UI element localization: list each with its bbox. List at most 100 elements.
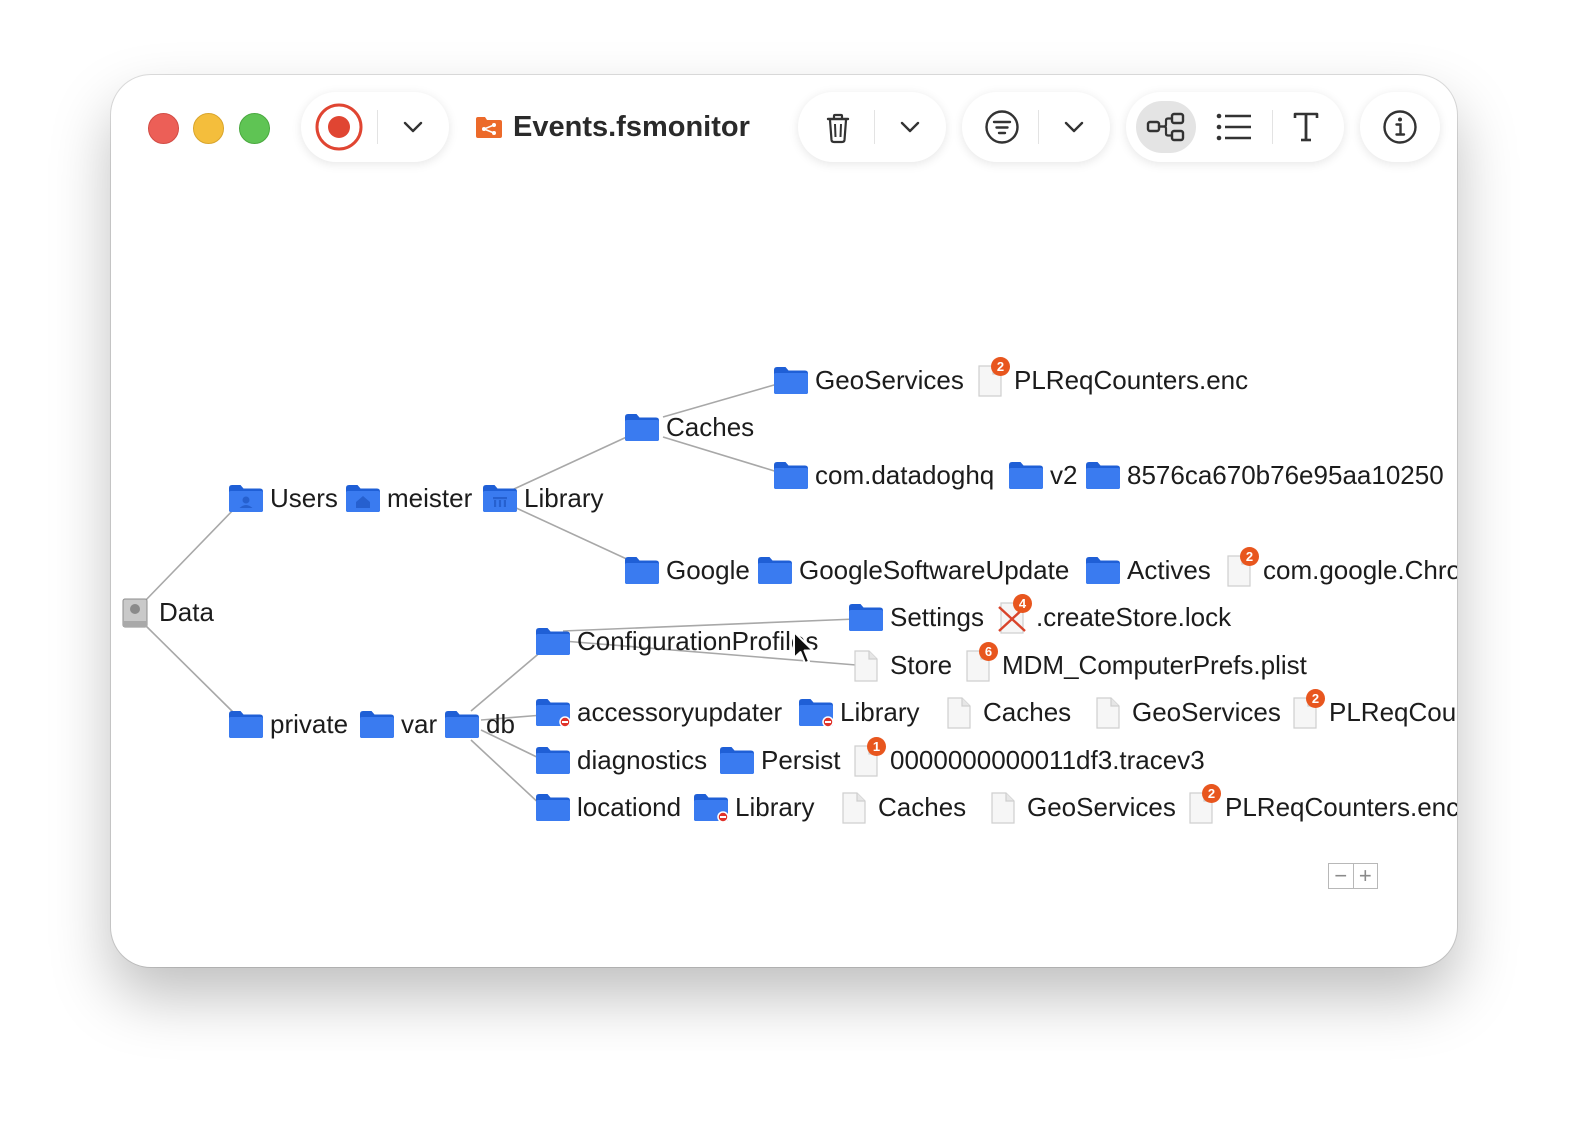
event-count-badge: 2 (991, 357, 1010, 376)
document-icon: 2 (1287, 689, 1325, 729)
node-label: ConfigurationProfiles (577, 625, 819, 656)
node-label: var (401, 708, 438, 739)
node-label: accessoryupdater (577, 696, 783, 727)
node-label: Actives (1127, 554, 1211, 585)
folder-icon (773, 365, 809, 395)
document-icon (848, 650, 884, 682)
event-count-badge: 2 (1202, 784, 1221, 803)
node-label: GeoServices (1132, 696, 1281, 727)
mouse-pointer-icon (793, 631, 814, 664)
folder-icon (228, 709, 264, 739)
document-icon (985, 792, 1021, 824)
node-locationd-geoservices[interactable]: GeoServices (985, 790, 1176, 824)
node-label: Caches (666, 411, 755, 442)
node-label: Users (270, 482, 338, 513)
node-label: Settings (890, 601, 984, 632)
node-label: MDM_ComputerPrefs.plist (1002, 649, 1307, 680)
node-v2[interactable]: v2 (1008, 458, 1077, 492)
node-tracev3[interactable]: 1 0000000000011df3.tracev3 (848, 737, 1205, 777)
zoom-control: − + (1328, 863, 1378, 889)
node-accessoryupdater[interactable]: accessoryupdater (535, 695, 782, 729)
document-icon (941, 697, 977, 729)
node-label: 8576ca670b76e95aa10250 (1127, 459, 1444, 490)
node-label: Data (159, 596, 214, 627)
node-locationd[interactable]: locationd (535, 790, 681, 824)
node-datadoghq[interactable]: com.datadoghq (773, 458, 994, 492)
node-label: Caches (878, 791, 967, 822)
folder-icon (535, 626, 571, 656)
node-googlesoftwareupdate[interactable]: GoogleSoftwareUpdate (757, 553, 1069, 587)
restricted-folder-icon (798, 697, 834, 728)
restricted-folder-icon (693, 792, 729, 823)
node-caches[interactable]: Caches (624, 410, 754, 444)
event-count-badge: 2 (1306, 689, 1325, 708)
node-label: locationd (577, 791, 682, 822)
node-library[interactable]: Library (482, 481, 603, 515)
node-actives[interactable]: Actives (1085, 553, 1211, 587)
document-icon: 1 (848, 737, 886, 777)
folder-icon (1085, 555, 1121, 585)
node-label: private (270, 708, 349, 739)
library-folder-icon (482, 483, 518, 513)
user-folder-icon (228, 483, 264, 513)
node-var[interactable]: var (359, 707, 437, 741)
node-settings[interactable]: Settings (848, 600, 984, 634)
node-google[interactable]: Google (624, 553, 750, 587)
disk-icon (117, 597, 153, 628)
node-label: .createStore.lock (1036, 601, 1232, 632)
document-icon: 6 (960, 642, 998, 682)
node-createstore-lock[interactable]: 4 .createStore.lock (994, 594, 1232, 634)
restricted-folder-icon (535, 697, 571, 728)
app-window: Events.fsmonitor Data Users meister Libr… (111, 75, 1457, 967)
node-users[interactable]: Users (228, 481, 338, 515)
document-icon: 2 (1183, 784, 1221, 824)
node-label: GeoServices (1027, 791, 1176, 822)
node-accessory-caches[interactable]: Caches (941, 695, 1071, 729)
node-locationd-library[interactable]: Library (693, 790, 814, 824)
node-label: Caches (983, 696, 1072, 727)
folder-icon (719, 745, 755, 775)
graph-edge (470, 739, 544, 808)
node-plreqcounters[interactable]: 2 PLReqCounters.enc (972, 357, 1248, 397)
node-label: meister (387, 482, 473, 513)
node-mdm-computerprefs[interactable]: 6 MDM_ComputerPrefs.plist (960, 642, 1307, 682)
document-icon: 2 (972, 357, 1010, 397)
node-label: diagnostics (577, 744, 708, 775)
node-configurationprofiles[interactable]: ConfigurationProfiles (535, 624, 818, 658)
node-accessory-geoservices[interactable]: GeoServices (1090, 695, 1281, 729)
event-count-badge: 4 (1013, 594, 1032, 613)
node-label: PLReqCour (1329, 696, 1457, 727)
zoom-in-button[interactable]: + (1352, 864, 1378, 888)
event-count-badge: 2 (1240, 547, 1259, 566)
node-diagnostics[interactable]: diagnostics (535, 743, 707, 777)
node-meister[interactable]: meister (345, 481, 472, 515)
node-private[interactable]: private (228, 707, 348, 741)
node-data[interactable]: Data (117, 595, 214, 629)
zoom-out-button[interactable]: − (1329, 864, 1353, 888)
node-label: v2 (1050, 459, 1078, 490)
node-label: Store (890, 649, 953, 680)
node-db[interactable]: db (444, 707, 515, 741)
node-locationd-plreqcounters[interactable]: 2 PLReqCounters.enc (1183, 784, 1457, 824)
node-accessory-library[interactable]: Library (798, 695, 919, 729)
folder-icon (1085, 460, 1121, 490)
graph-edges (142, 382, 857, 808)
node-label: GeoServices (815, 364, 964, 395)
node-google-chrome[interactable]: 2 com.google.Chro (1221, 547, 1457, 587)
node-hash[interactable]: 8576ca670b76e95aa10250 (1085, 458, 1444, 492)
event-count-badge: 6 (979, 642, 998, 661)
deleted-file-icon: 4 (994, 594, 1032, 634)
graph-edge (142, 506, 237, 604)
folder-icon (757, 555, 793, 585)
node-locationd-caches[interactable]: Caches (836, 790, 966, 824)
node-label: com.google.Chro (1263, 554, 1457, 585)
node-accessory-plreqcounters[interactable]: 2 PLReqCour (1287, 689, 1457, 729)
folder-icon (624, 412, 660, 442)
graph-edge (470, 649, 544, 712)
node-geoservices[interactable]: GeoServices (773, 363, 964, 397)
node-store[interactable]: Store (848, 648, 952, 682)
graph-canvas[interactable]: Data Users meister Library Caches GeoServices… (111, 75, 1457, 967)
node-label: 0000000000011df3.tracev3 (890, 744, 1205, 775)
node-persist[interactable]: Persist (719, 743, 840, 777)
document-icon: 2 (1221, 547, 1259, 587)
